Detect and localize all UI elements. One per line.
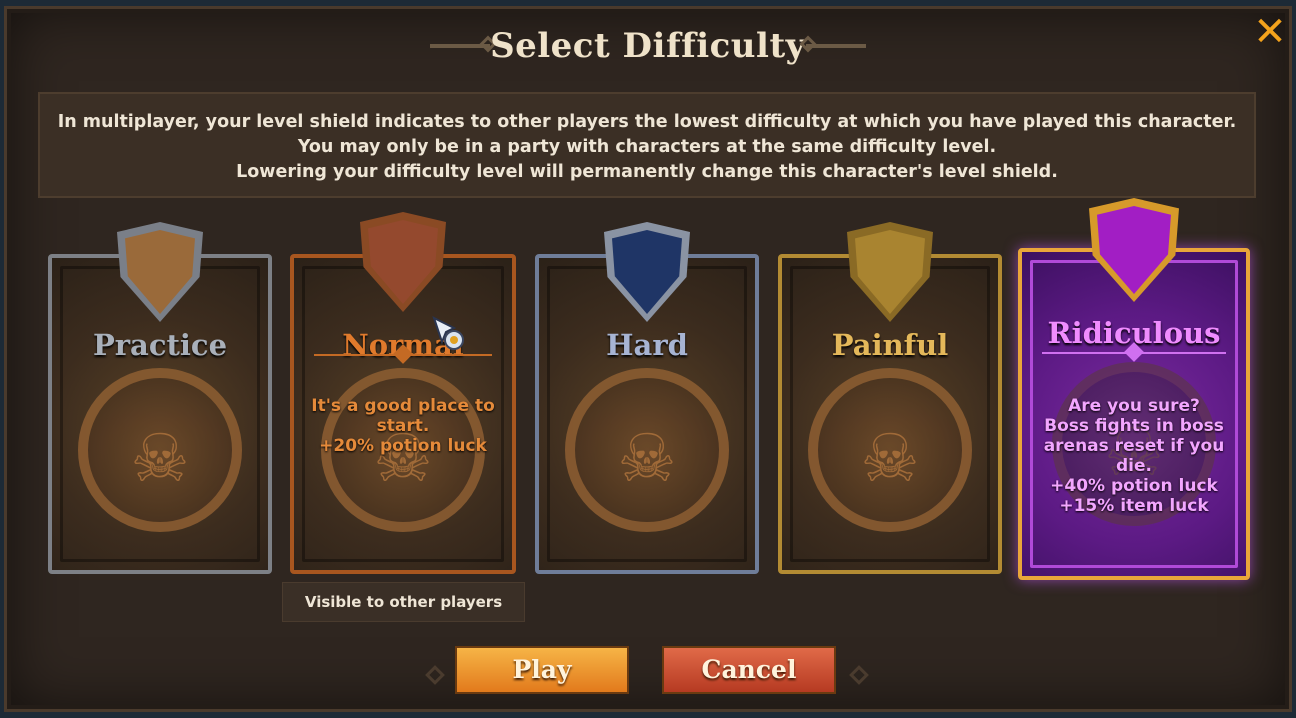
cancel-button[interactable]: Cancel (662, 646, 836, 694)
skull-sword-icon: ☠ (860, 420, 920, 497)
description-line: Are you sure? (1068, 396, 1200, 416)
title-ornament-right (806, 44, 866, 48)
difficulty-description: Are you sure? Boss fights in boss arenas… (1036, 396, 1232, 516)
difficulty-name: Painful (831, 328, 949, 362)
divider (1042, 352, 1226, 354)
pointer-cursor-icon (432, 316, 464, 350)
info-line: In multiplayer, your level shield indica… (57, 112, 1237, 132)
difficulty-name: Hard (606, 328, 688, 362)
play-button[interactable]: Play (455, 646, 629, 694)
tooltip: Visible to other players (282, 582, 525, 622)
dialog-title: Select Difficulty (490, 26, 806, 66)
difficulty-card-normal[interactable]: ☠ Normal It's a good place to start. +20… (290, 212, 516, 574)
description-line: +40% potion luck (1050, 476, 1218, 496)
description-line: +15% item luck (1059, 496, 1209, 516)
difficulty-card-hard[interactable]: ☠ Hard (535, 222, 759, 574)
skull-icon: ☠ (130, 420, 190, 497)
difficulty-card-painful[interactable]: ☠ Painful (778, 222, 1002, 574)
skull-crossbones-icon: ☠ (617, 420, 677, 497)
divider (314, 354, 492, 356)
description-line: It's a good place to start. (311, 396, 495, 436)
description-line: +20% potion luck (319, 436, 487, 456)
info-panel: In multiplayer, your level shield indica… (38, 92, 1256, 198)
difficulty-name: Practice (92, 328, 228, 362)
difficulty-description: It's a good place to start. +20% potion … (308, 396, 498, 456)
difficulty-card-ridiculous[interactable]: ☠ Ridiculous Are you sure? Boss fights i… (1018, 198, 1250, 580)
info-line: Lowering your difficulty level will perm… (236, 162, 1058, 182)
info-line: You may only be in a party with characte… (297, 137, 997, 157)
description-line: Boss fights in boss arenas reset if you … (1043, 416, 1225, 476)
difficulty-card-practice[interactable]: ☠ Practice (48, 222, 272, 574)
close-icon[interactable]: ✕ (1252, 12, 1288, 52)
